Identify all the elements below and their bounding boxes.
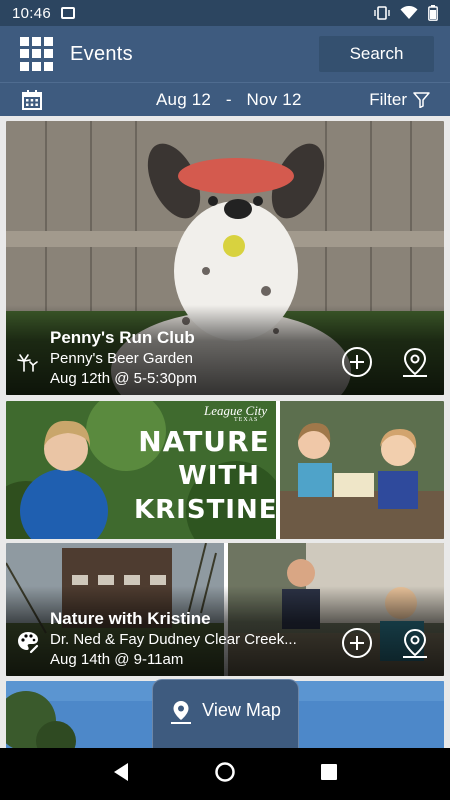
location-pin-icon[interactable]	[400, 628, 430, 660]
date-to: Nov 12	[246, 89, 302, 109]
fireworks-icon	[17, 354, 38, 372]
status-bar: 10:46	[0, 0, 450, 26]
event-location: Penny's Beer Garden	[50, 350, 193, 367]
event-time: Aug 14th @ 9-11am	[50, 651, 184, 668]
event-location: Dr. Ned & Fay Dudney Clear Creek...	[50, 631, 297, 648]
event-list[interactable]: Penny's Run Club Penny's Beer Garden Aug…	[0, 116, 450, 748]
banner-brand: League City TEXAS	[204, 403, 268, 423]
date-separator: -	[225, 89, 232, 109]
view-map-label: View Map	[202, 700, 281, 720]
event-card[interactable]: Nature with Kristine Dr. Ned & Fay Dudne…	[6, 543, 444, 676]
grid-menu-icon[interactable]	[20, 37, 54, 71]
status-time: 10:46	[12, 4, 52, 22]
event-card[interactable]: Penny's Run Club Penny's Beer Garden Aug…	[6, 121, 444, 395]
vibrate-icon	[374, 6, 390, 20]
map-pin-icon	[171, 701, 192, 724]
date-range[interactable]: Aug 12 - Nov 12	[156, 90, 302, 110]
recents-icon[interactable]	[320, 763, 338, 786]
calendar-icon[interactable]	[22, 89, 42, 110]
date-from: Aug 12	[156, 89, 212, 109]
event-details: Penny's Run Club Penny's Beer Garden Aug…	[50, 327, 197, 389]
event-title: Nature with Kristine	[50, 609, 211, 628]
filter-label: Filter	[369, 89, 407, 109]
funnel-icon	[413, 91, 430, 108]
event-banner-card[interactable]: League City TEXAS NATURE WITH KRISTINE	[6, 401, 444, 539]
gallery-icon	[61, 7, 76, 19]
home-icon[interactable]	[214, 761, 236, 788]
back-icon[interactable]	[112, 762, 130, 787]
filter-button[interactable]: Filter	[369, 90, 430, 110]
event-details: Nature with Kristine Dr. Ned & Fay Dudne…	[50, 608, 297, 670]
banner-headline: NATURE WITH KRISTINE	[134, 425, 278, 525]
event-title: Penny's Run Club	[50, 328, 195, 347]
event-time: Aug 12th @ 5-5:30pm	[50, 370, 197, 387]
battery-icon	[428, 5, 438, 21]
system-nav-bar	[0, 748, 450, 800]
add-event-button[interactable]	[342, 628, 372, 658]
search-button[interactable]: Search	[319, 36, 434, 72]
page-title: Events	[70, 42, 133, 65]
view-map-button[interactable]: View Map	[152, 679, 299, 749]
app-bar: Events Search	[0, 26, 450, 82]
date-filter-bar: Aug 12 - Nov 12 Filter	[0, 82, 450, 116]
palette-icon	[18, 632, 39, 654]
add-event-button[interactable]	[342, 347, 372, 377]
location-pin-icon[interactable]	[400, 347, 430, 379]
wifi-icon	[400, 6, 418, 19]
